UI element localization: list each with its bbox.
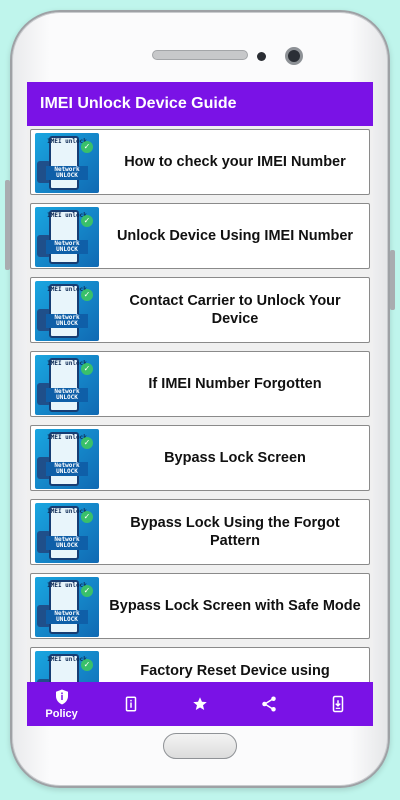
list-item-3[interactable]: IMEI unlock Network UNLOCK ✓ Contact Car… xyxy=(30,277,370,343)
share-icon xyxy=(262,696,276,712)
thumbnail-text-network: Network UNLOCK xyxy=(46,536,88,550)
info-icon xyxy=(125,696,137,712)
download-phone-icon xyxy=(333,695,344,713)
thumbnail-text-network: Network UNLOCK xyxy=(46,462,88,476)
star-icon xyxy=(193,697,207,710)
item-thumbnail: IMEI unlock Network UNLOCK ✓ xyxy=(35,133,99,193)
nav-share-button[interactable] xyxy=(235,682,304,726)
item-label: Contact Carrier to Unlock Your Device xyxy=(129,293,341,327)
list-item-1[interactable]: IMEI unlock Network UNLOCK ✓ How to chec… xyxy=(30,129,370,195)
list-item-4[interactable]: IMEI unlock Network UNLOCK ✓ If IMEI Num… xyxy=(30,351,370,417)
phone-sensor xyxy=(257,52,266,61)
item-label: Factory Reset Device using Recovery xyxy=(140,663,330,682)
item-thumbnail: IMEI unlock Network UNLOCK ✓ xyxy=(35,651,99,682)
item-label: Bypass Lock Using the Forgot Pattern xyxy=(130,515,340,549)
lock-icon: ✓ xyxy=(81,141,93,153)
item-label: How to check your IMEI Number xyxy=(124,154,346,170)
nav-info-button[interactable] xyxy=(96,682,165,726)
home-button[interactable] xyxy=(163,733,237,759)
list-item-2[interactable]: IMEI unlock Network UNLOCK ✓ Unlock Devi… xyxy=(30,203,370,269)
thumbnail-text-network: Network UNLOCK xyxy=(46,388,88,402)
bottom-nav: Policy xyxy=(27,682,373,726)
nav-policy-button[interactable]: Policy xyxy=(27,682,96,726)
thumbnail-text-network: Network UNLOCK xyxy=(46,314,88,328)
phone-speaker xyxy=(152,50,248,60)
nav-policy-label: Policy xyxy=(45,708,78,720)
item-label: Bypass Lock Screen xyxy=(164,450,306,466)
item-thumbnail: IMEI unlock Network UNLOCK ✓ xyxy=(35,355,99,415)
lock-icon: ✓ xyxy=(81,215,93,227)
item-label: Unlock Device Using IMEI Number xyxy=(116,228,354,244)
list-item-6[interactable]: IMEI unlock Network UNLOCK ✓ Bypass Lock… xyxy=(30,499,370,565)
phone-volume-button xyxy=(5,180,10,270)
item-thumbnail: IMEI unlock Network UNLOCK ✓ xyxy=(35,207,99,267)
nav-rate-button[interactable] xyxy=(165,682,234,726)
lock-icon: ✓ xyxy=(81,585,93,597)
item-thumbnail: IMEI unlock Network UNLOCK ✓ xyxy=(35,577,99,637)
phone-power-button xyxy=(390,250,395,310)
item-thumbnail: IMEI unlock Network UNLOCK ✓ xyxy=(35,503,99,563)
shield-icon xyxy=(55,689,68,705)
app-bar: IMEI Unlock Device Guide xyxy=(27,82,373,126)
nav-more-apps-button[interactable] xyxy=(304,682,373,726)
thumbnail-text-network: Network UNLOCK xyxy=(46,240,88,254)
thumbnail-text-network: Network UNLOCK xyxy=(46,610,88,624)
lock-icon: ✓ xyxy=(81,659,93,671)
guide-list[interactable]: IMEI unlock Network UNLOCK ✓ How to chec… xyxy=(27,126,373,682)
list-item-8[interactable]: IMEI unlock Network UNLOCK ✓ Factory Res… xyxy=(30,647,370,682)
lock-icon: ✓ xyxy=(81,511,93,523)
list-item-5[interactable]: IMEI unlock Network UNLOCK ✓ Bypass Lock… xyxy=(30,425,370,491)
app-screen: IMEI Unlock Device Guide IMEI unlock Net… xyxy=(27,82,373,726)
lock-icon: ✓ xyxy=(81,437,93,449)
app-title: IMEI Unlock Device Guide xyxy=(40,95,237,112)
lock-icon: ✓ xyxy=(81,289,93,301)
list-item-7[interactable]: IMEI unlock Network UNLOCK ✓ Bypass Lock… xyxy=(30,573,370,639)
item-label: Bypass Lock Screen with Safe Mode xyxy=(109,598,361,614)
lock-icon: ✓ xyxy=(81,363,93,375)
phone-camera xyxy=(285,47,303,65)
item-thumbnail: IMEI unlock Network UNLOCK ✓ xyxy=(35,429,99,489)
item-label: If IMEI Number Forgotten xyxy=(148,376,322,392)
item-thumbnail: IMEI unlock Network UNLOCK ✓ xyxy=(35,281,99,341)
thumbnail-text-network: Network UNLOCK xyxy=(46,166,88,180)
